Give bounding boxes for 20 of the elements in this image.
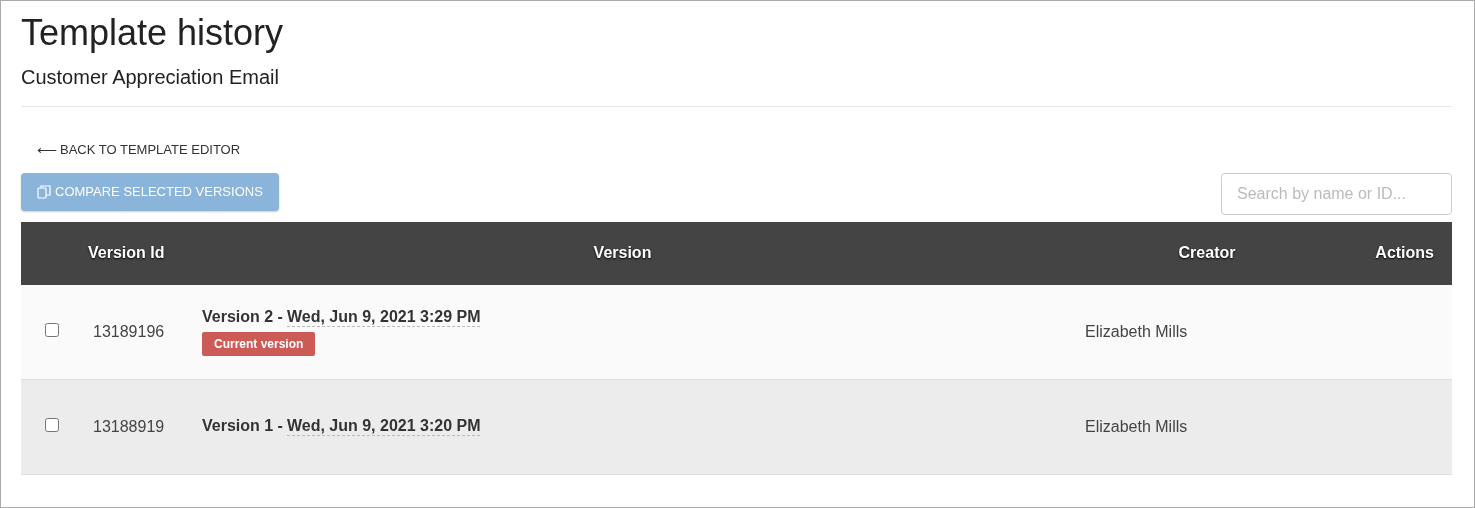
creator-name: Elizabeth Mills [1084, 417, 1189, 436]
version-date-link[interactable]: Wed, Jun 9, 2021 3:29 PM [286, 307, 481, 327]
version-label: Version 1 - [202, 417, 283, 436]
column-header: Version Id [87, 244, 166, 262]
row-checkbox[interactable] [45, 417, 59, 432]
back-link[interactable]: ⟵ BACK TO TEMPLATE EDITOR [37, 142, 241, 157]
row-checkbox[interactable] [45, 322, 59, 337]
search-field[interactable]: Search by name or ID... [1221, 172, 1452, 215]
version-date-link[interactable]: Wed, Jun 9, 2021 3:20 PM [286, 417, 481, 436]
page-title: Template history [21, 11, 285, 55]
column-header: Actions [1374, 244, 1435, 262]
creator-name: Elizabeth Mills [1084, 322, 1189, 341]
copy-icon [37, 184, 51, 199]
column-header: Creator [1177, 244, 1237, 262]
version-id: 13189196 [92, 322, 166, 341]
template-name: Customer Appreciation Email [21, 65, 279, 89]
column-header: Version [592, 244, 653, 262]
version-id: 13188919 [92, 417, 166, 436]
version-label: Version 2 - [202, 307, 283, 327]
current-version-badge: Current version [202, 331, 316, 356]
